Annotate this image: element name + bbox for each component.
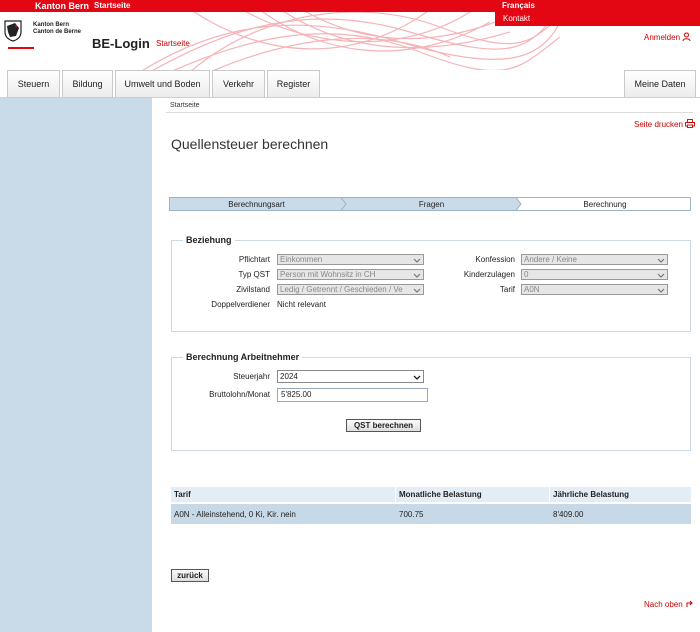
- header-monatliche-belastung: Monatliche Belastung: [399, 490, 482, 499]
- top-bar: Kanton Bern Startseite Français: [0, 0, 700, 12]
- tab-register[interactable]: Register: [267, 70, 320, 97]
- bruttolohn-input[interactable]: 5'825.00: [277, 388, 428, 402]
- beziehung-legend: Beziehung: [183, 235, 235, 245]
- tab-verkehr[interactable]: Verkehr: [212, 70, 265, 97]
- result-table-header: Tarif Monatliche Belastung Jährliche Bel…: [171, 487, 691, 503]
- printer-icon: [685, 119, 696, 128]
- kinderzulagen-select: 0: [521, 269, 668, 280]
- kontakt-link[interactable]: Kontakt: [503, 14, 530, 23]
- zivilstand-label: Zivilstand: [236, 285, 270, 294]
- kontakt-bar: Kontakt: [495, 12, 700, 26]
- header-startseite-link[interactable]: Startseite: [156, 39, 190, 48]
- typ-qst-label: Typ QST: [238, 270, 270, 279]
- left-sidebar: [0, 98, 152, 632]
- top-startseite-link[interactable]: Startseite: [94, 1, 130, 10]
- steuerjahr-select[interactable]: 2024: [277, 370, 424, 383]
- print-link[interactable]: Seite drucken: [634, 119, 696, 129]
- doppelverdiener-value: Nicht relevant: [277, 300, 326, 309]
- logo-underline: [8, 47, 34, 49]
- page-title: Quellensteuer berechnen: [171, 136, 329, 152]
- language-link[interactable]: Français: [502, 1, 535, 10]
- chevron-down-icon: [413, 375, 421, 380]
- step-fragen: Fragen: [418, 199, 445, 209]
- cell-monatliche-belastung: 700.75: [399, 509, 424, 519]
- tab-meine-daten[interactable]: Meine Daten: [624, 70, 696, 97]
- kinderzulagen-label: Kinderzulagen: [463, 270, 515, 279]
- steuerjahr-label: Steuerjahr: [233, 372, 270, 381]
- tab-steuern[interactable]: Steuern: [7, 70, 60, 97]
- arrow-up-icon: [686, 600, 693, 607]
- cell-jaehrliche-belastung: 8'409.00: [553, 509, 584, 519]
- header-tarif: Tarif: [174, 490, 191, 499]
- breadcrumb[interactable]: Startseite: [170, 102, 200, 109]
- step-berechnungsart: Berechnungsart: [228, 199, 285, 209]
- qst-berechnen-button[interactable]: QST berechnen: [346, 419, 421, 432]
- breadcrumb-divider: [166, 112, 693, 113]
- doppelverdiener-label: Doppelverdiener: [211, 300, 270, 309]
- nach-oben-link[interactable]: Nach oben: [644, 599, 694, 609]
- main-nav: Steuern Bildung Umwelt und Boden Verkehr…: [0, 70, 700, 98]
- tab-umwelt-und-boden[interactable]: Umwelt und Boden: [115, 70, 210, 97]
- bern-coat-of-arms-icon: [4, 20, 22, 42]
- konfession-label: Konfession: [475, 255, 515, 264]
- typ-qst-select: Person mit Wohnsitz in CH: [277, 269, 424, 280]
- app-title: BE-Login: [92, 36, 150, 51]
- header-jaehrliche-belastung: Jährliche Belastung: [553, 490, 630, 499]
- zivilstand-select: Ledig / Getrennt / Geschieden / Ve: [277, 284, 424, 295]
- konfession-select: Andere / Keine: [521, 254, 668, 265]
- user-icon: [682, 32, 691, 42]
- chevron-down-icon: [657, 258, 665, 263]
- tarif-select: A0N: [521, 284, 668, 295]
- chevron-down-icon: [657, 288, 665, 293]
- canton-label: Kanton Bern: [35, 1, 89, 11]
- step-berechnung: Berechnung: [583, 199, 627, 209]
- chevron-down-icon: [657, 273, 665, 278]
- step-indicator: Berechnungsart Fragen Berechnung: [169, 197, 691, 211]
- zurueck-button[interactable]: zurück: [171, 569, 209, 582]
- cell-tarif: A0N - Alleinstehend, 0 Ki, Kir. nein: [174, 509, 296, 519]
- login-link[interactable]: Anmelden: [644, 32, 691, 42]
- tab-bildung[interactable]: Bildung: [62, 70, 113, 97]
- tarif-label: Tarif: [499, 285, 515, 294]
- bruttolohn-label: Bruttolohn/Monat: [209, 390, 270, 399]
- pflichtart-select: Einkommen: [277, 254, 424, 265]
- table-row: A0N - Alleinstehend, 0 Ki, Kir. nein 700…: [171, 504, 691, 524]
- pflichtart-label: Pflichtart: [238, 255, 270, 264]
- logo-text: Kanton Bern Canton de Berne: [33, 22, 82, 35]
- arbeitnehmer-legend: Berechnung Arbeitnehmer: [183, 352, 303, 362]
